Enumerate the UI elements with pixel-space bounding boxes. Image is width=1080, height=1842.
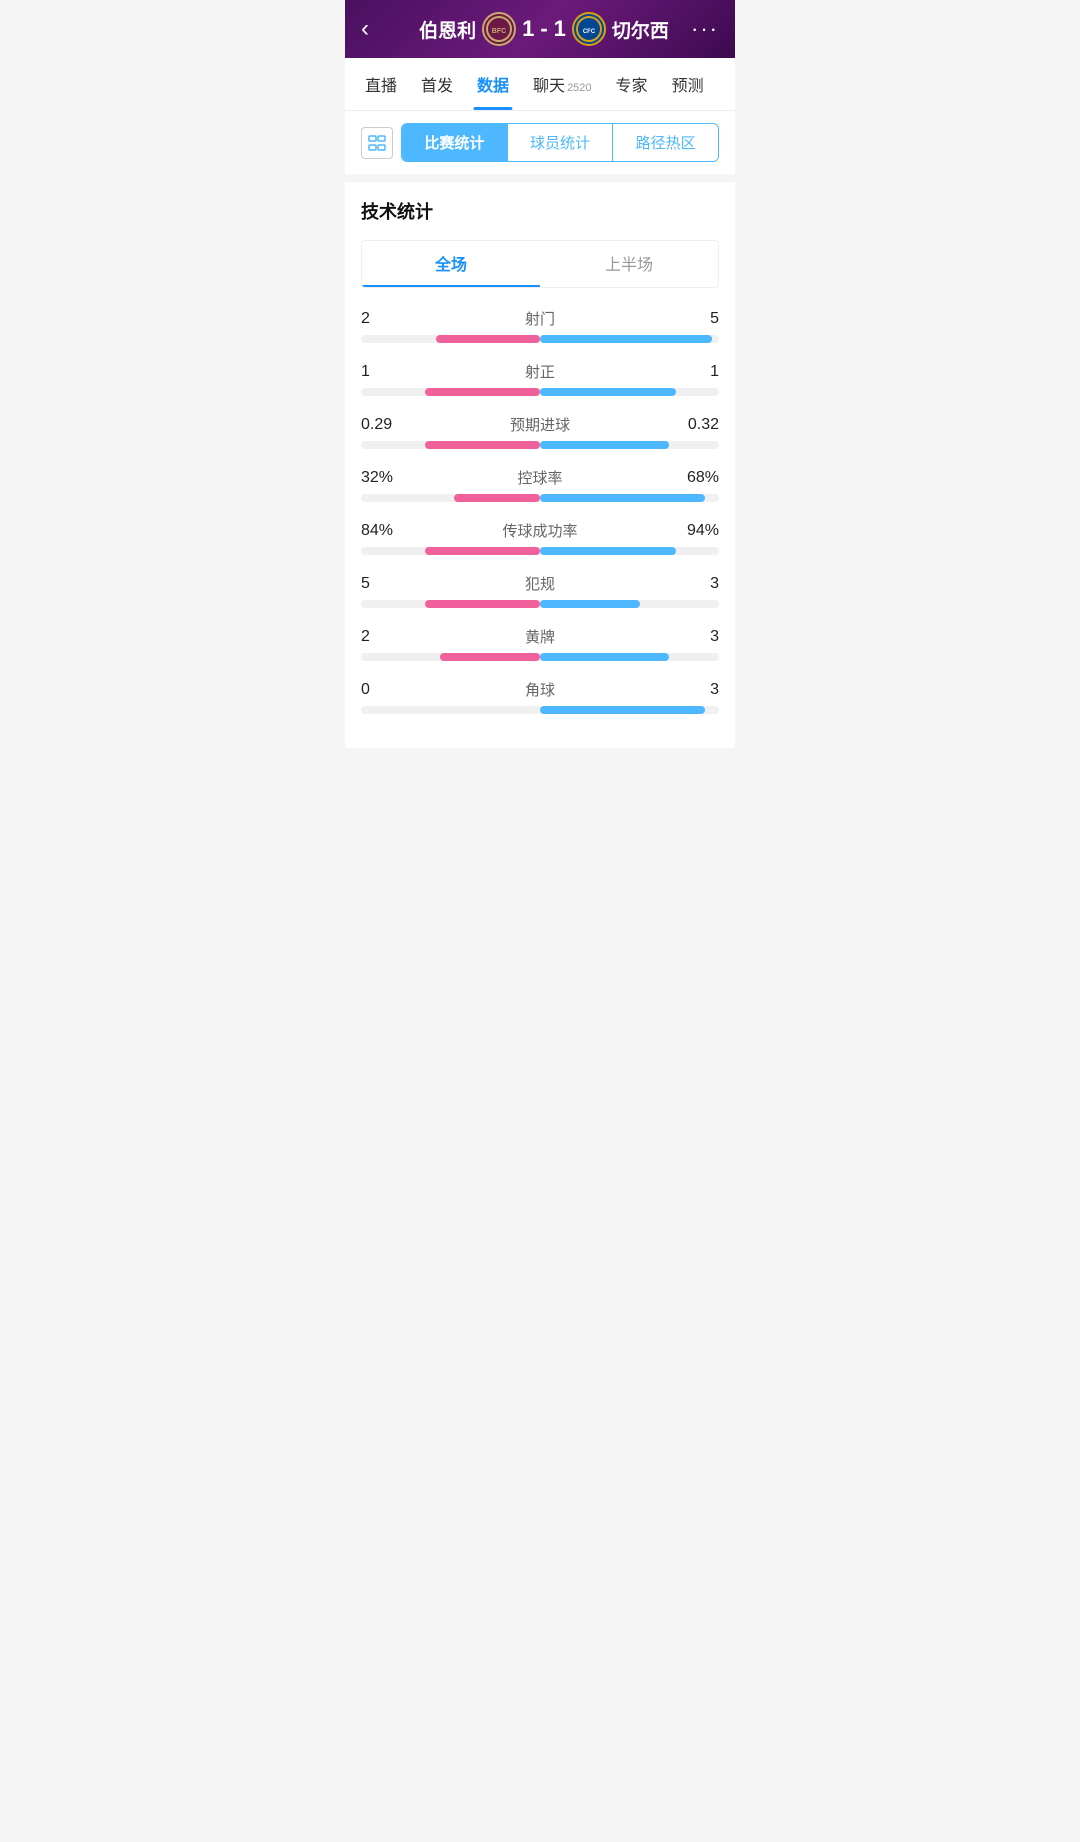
stat-row-fouls: 5 犯规 3 [361, 573, 719, 608]
bar-right-possession [540, 494, 705, 502]
nav-tabs: 直播 首发 数据 聊天2520 专家 预测 [345, 58, 735, 111]
stat-values-pass_accuracy: 84% 传球成功率 94% [361, 520, 719, 541]
sub-tabs: 比赛统计 球员统计 路径热区 [401, 123, 719, 162]
back-button[interactable]: ‹ [361, 15, 397, 43]
stat-right-expected_goals: 0.32 [659, 416, 719, 434]
stat-bars-possession [361, 494, 719, 502]
away-score: 1 [554, 16, 566, 42]
stat-right-possession: 68% [659, 469, 719, 487]
stat-values-shots: 2 射门 5 [361, 308, 719, 329]
score-separator: - [540, 16, 547, 42]
stat-values-fouls: 5 犯规 3 [361, 573, 719, 594]
stat-row-expected_goals: 0.29 预期进球 0.32 [361, 414, 719, 449]
stat-left-expected_goals: 0.29 [361, 416, 421, 434]
stat-values-yellow_cards: 2 黄牌 3 [361, 626, 719, 647]
bar-left-yellow_cards [440, 653, 540, 661]
sub-tab-heatmap[interactable]: 路径热区 [612, 124, 718, 161]
stat-left-possession: 32% [361, 469, 421, 487]
home-team-name: 伯恩利 [419, 16, 476, 43]
stat-left-shots_on_target: 1 [361, 363, 421, 381]
stat-row-corners: 0 角球 3 [361, 679, 719, 714]
stat-right-shots: 5 [659, 310, 719, 328]
stat-bars-fouls [361, 600, 719, 608]
bar-left-possession [454, 494, 540, 502]
bar-left-pass_accuracy [425, 547, 540, 555]
stat-row-shots_on_target: 1 射正 1 [361, 361, 719, 396]
sub-tab-player-stats[interactable]: 球员统计 [507, 124, 613, 161]
stat-left-yellow_cards: 2 [361, 628, 421, 646]
svg-text:CFC: CFC [583, 29, 596, 35]
stats-content: 技术统计 全场 上半场 2 射门 5 1 射正 1 0.29 预期进球 0.32 [345, 182, 735, 748]
bar-left-shots_on_target [425, 388, 540, 396]
stat-label-shots_on_target: 射正 [421, 361, 659, 382]
stat-right-corners: 3 [659, 681, 719, 699]
stat-bars-corners [361, 706, 719, 714]
svg-text:BFC: BFC [492, 28, 506, 35]
stat-label-shots: 射门 [421, 308, 659, 329]
section-title: 技术统计 [361, 198, 719, 224]
bar-right-shots_on_target [540, 388, 676, 396]
stat-label-expected_goals: 预期进球 [421, 414, 659, 435]
sub-tabs-container: 比赛统计 球员统计 路径热区 [345, 111, 735, 174]
stat-values-corners: 0 角球 3 [361, 679, 719, 700]
tab-predict[interactable]: 预测 [660, 58, 716, 110]
stat-left-fouls: 5 [361, 575, 421, 593]
tab-chat[interactable]: 聊天2520 [521, 58, 604, 110]
bar-right-corners [540, 706, 705, 714]
bar-right-shots [540, 335, 712, 343]
sub-tab-match-stats[interactable]: 比赛统计 [402, 124, 507, 161]
away-team-name: 切尔西 [612, 16, 669, 43]
stat-row-pass_accuracy: 84% 传球成功率 94% [361, 520, 719, 555]
stat-row-yellow_cards: 2 黄牌 3 [361, 626, 719, 661]
stat-bars-shots [361, 335, 719, 343]
stat-bars-expected_goals [361, 441, 719, 449]
stat-values-shots_on_target: 1 射正 1 [361, 361, 719, 382]
stat-values-possession: 32% 控球率 68% [361, 467, 719, 488]
stat-values-expected_goals: 0.29 预期进球 0.32 [361, 414, 719, 435]
sub-tabs-icon [361, 127, 393, 159]
back-icon: ‹ [361, 15, 369, 42]
chat-badge: 2520 [567, 82, 591, 94]
home-score: 1 [522, 16, 534, 42]
bar-right-expected_goals [540, 441, 669, 449]
stat-right-shots_on_target: 1 [659, 363, 719, 381]
stat-left-shots: 2 [361, 310, 421, 328]
tab-live[interactable]: 直播 [353, 58, 409, 110]
stat-row-shots: 2 射门 5 [361, 308, 719, 343]
tab-expert[interactable]: 专家 [604, 58, 660, 110]
stat-label-corners: 角球 [421, 679, 659, 700]
bar-left-shots [436, 335, 540, 343]
stat-bars-pass_accuracy [361, 547, 719, 555]
stat-right-pass_accuracy: 94% [659, 522, 719, 540]
stat-label-possession: 控球率 [421, 467, 659, 488]
away-team-logo: CFC [572, 12, 606, 46]
stat-bars-shots_on_target [361, 388, 719, 396]
match-info: 伯恩利 BFC 1 - 1 CFC 切尔西 [419, 12, 669, 46]
stat-bars-yellow_cards [361, 653, 719, 661]
period-tabs: 全场 上半场 [361, 240, 719, 288]
match-header: ‹ 伯恩利 BFC 1 - 1 CFC 切尔西 ··· [345, 0, 735, 58]
bar-left-fouls [425, 600, 540, 608]
stat-label-yellow_cards: 黄牌 [421, 626, 659, 647]
tab-lineup[interactable]: 首发 [409, 58, 465, 110]
stat-right-fouls: 3 [659, 575, 719, 593]
stat-label-pass_accuracy: 传球成功率 [421, 520, 659, 541]
bar-right-fouls [540, 600, 640, 608]
stat-left-corners: 0 [361, 681, 421, 699]
stat-row-possession: 32% 控球率 68% [361, 467, 719, 502]
stat-label-fouls: 犯规 [421, 573, 659, 594]
period-tab-first-half[interactable]: 上半场 [540, 241, 718, 287]
bar-right-yellow_cards [540, 653, 669, 661]
stat-right-yellow_cards: 3 [659, 628, 719, 646]
tab-data[interactable]: 数据 [465, 58, 521, 110]
stat-left-pass_accuracy: 84% [361, 522, 421, 540]
more-button[interactable]: ··· [691, 16, 719, 42]
period-tab-full[interactable]: 全场 [362, 241, 540, 287]
bar-right-pass_accuracy [540, 547, 676, 555]
stats-rows: 2 射门 5 1 射正 1 0.29 预期进球 0.32 32% [361, 308, 719, 714]
bar-left-expected_goals [425, 441, 540, 449]
home-team-logo: BFC [482, 12, 516, 46]
match-score: 1 - 1 [522, 16, 566, 42]
